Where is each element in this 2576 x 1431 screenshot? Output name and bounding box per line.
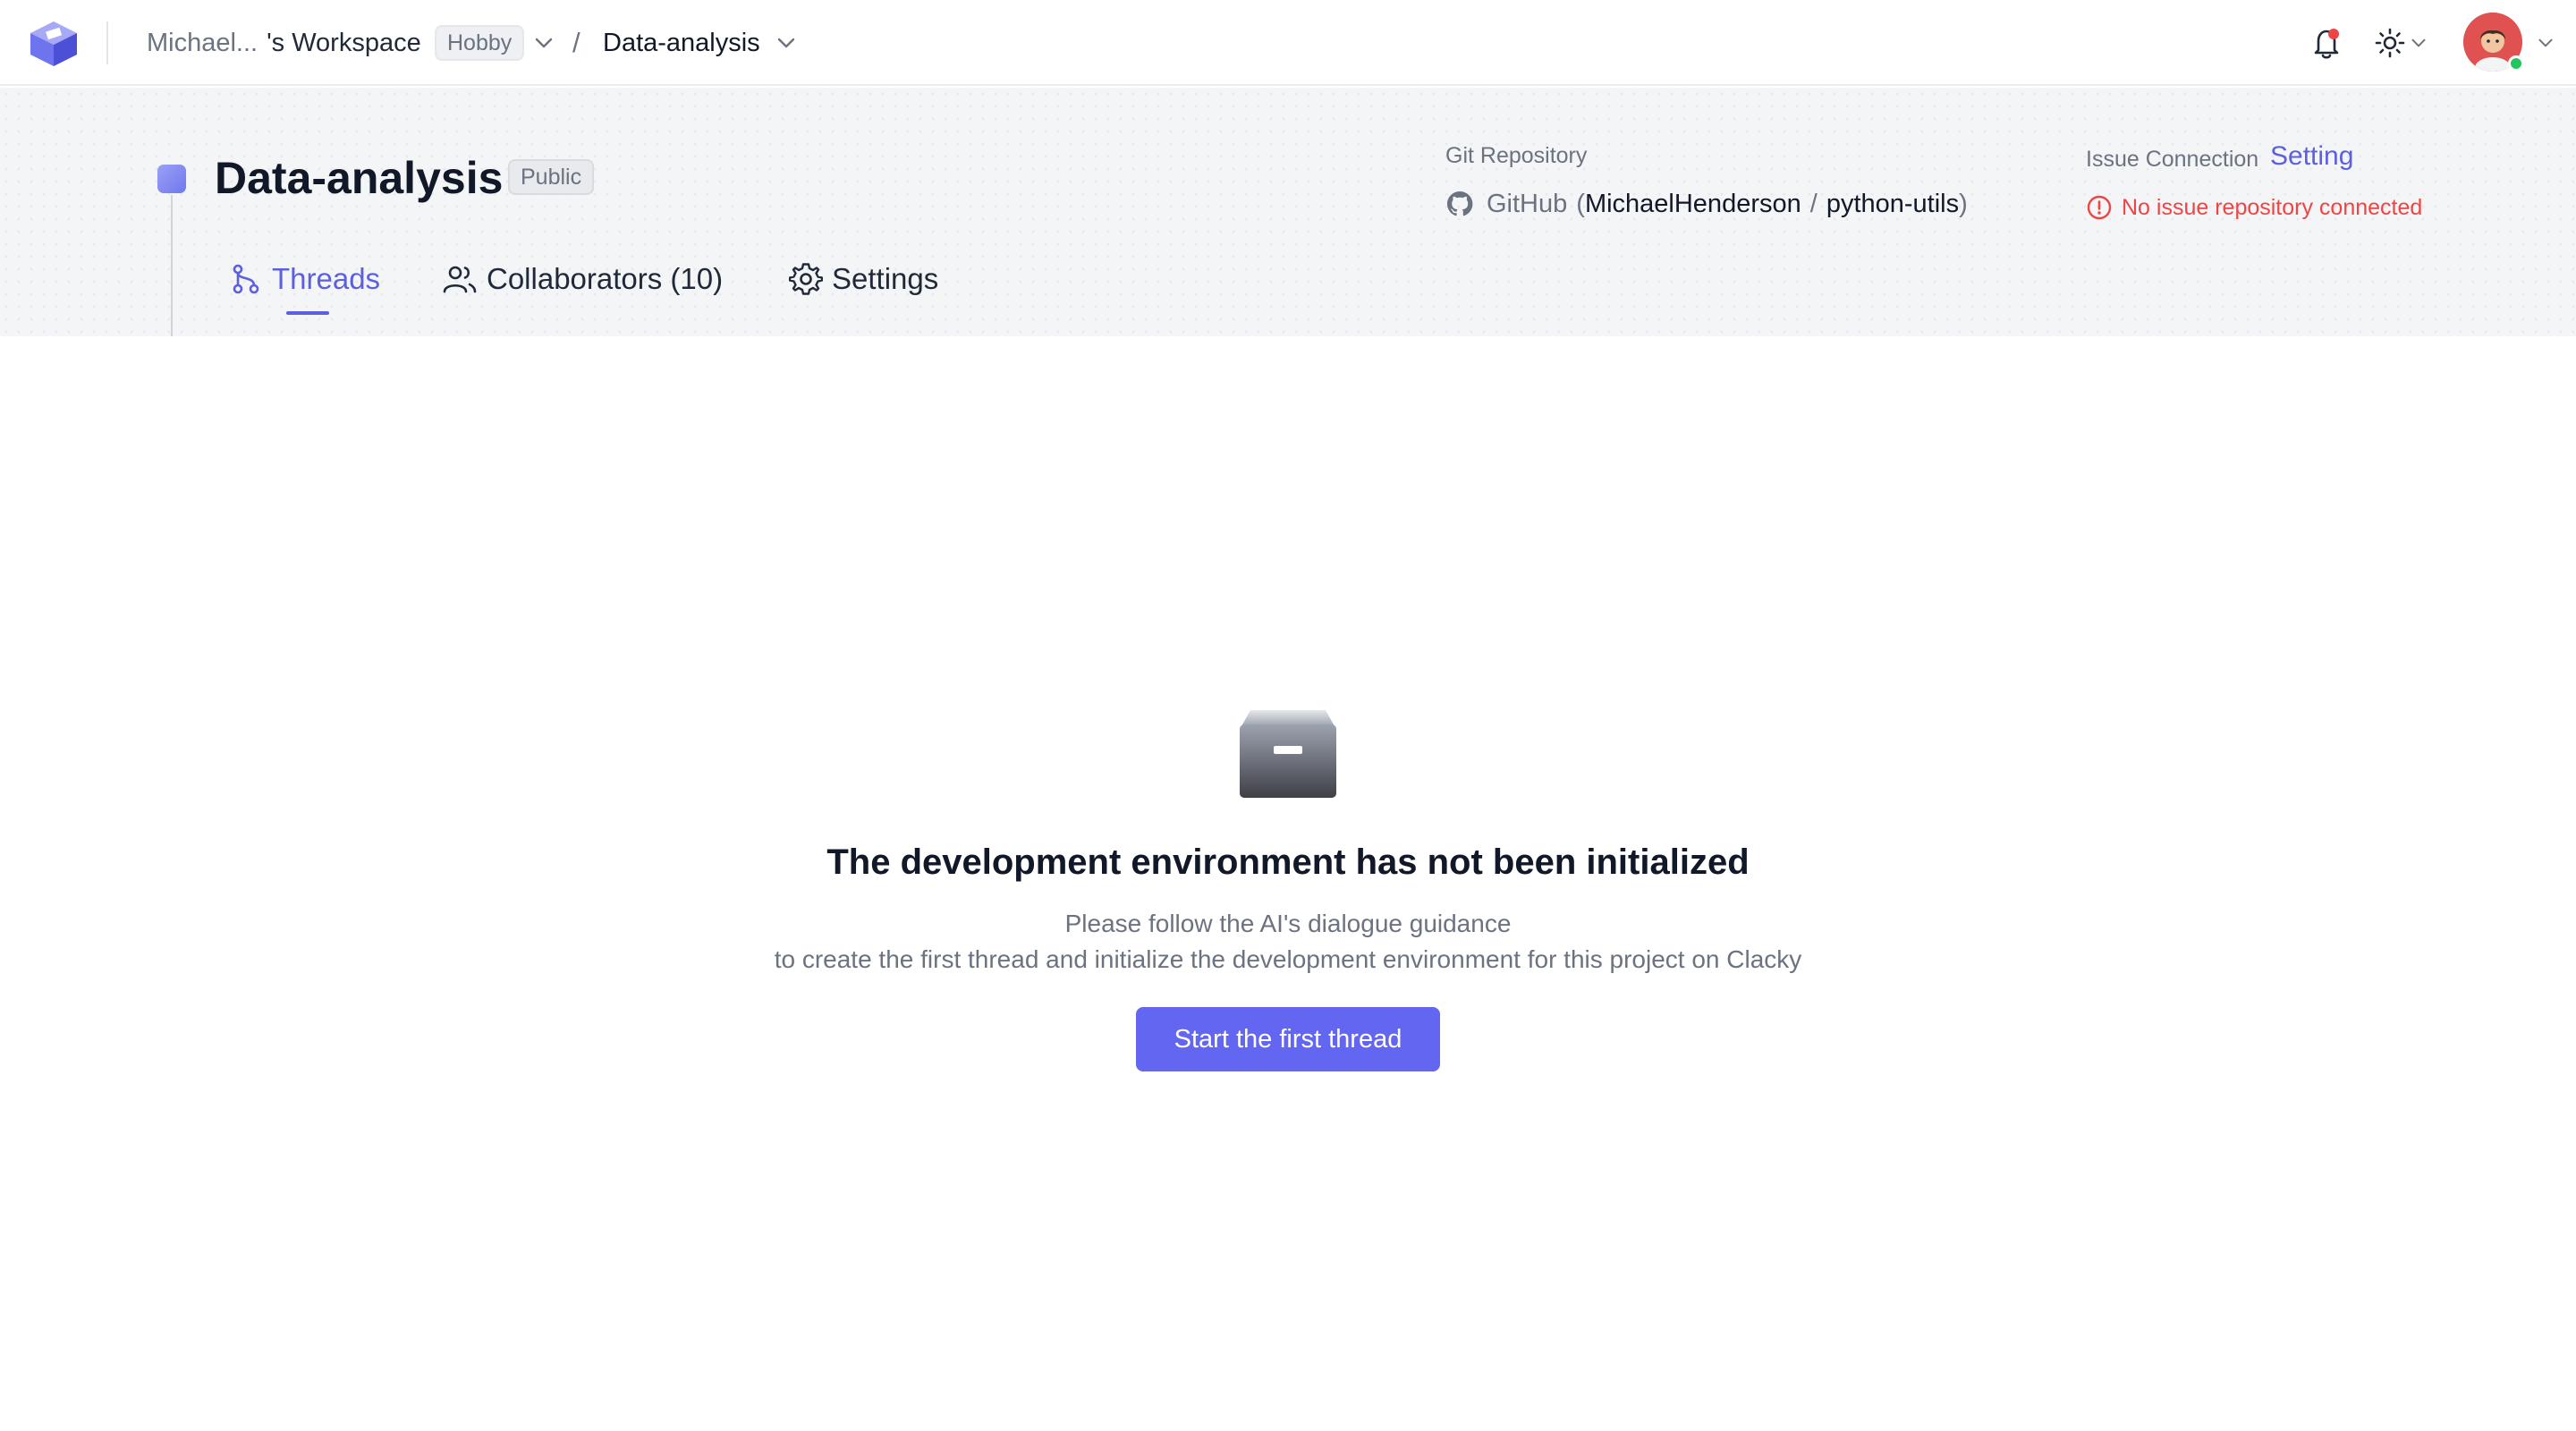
top-divider: [106, 21, 108, 64]
project-switcher[interactable]: Data-analysis: [603, 0, 760, 86]
workspace-owner: Michael...: [147, 28, 258, 57]
chevron-down-icon[interactable]: [776, 37, 796, 49]
tab-collaborators[interactable]: Collaborators (10): [442, 259, 723, 299]
gear-icon: [789, 263, 823, 295]
breadcrumb-separator: /: [572, 27, 580, 58]
workspace-suffix: 's Workspace: [267, 28, 421, 57]
github-icon: [1447, 191, 1473, 216]
plan-badge: Hobby: [435, 25, 525, 61]
empty-state-title: The development environment has not been…: [826, 843, 1750, 882]
start-first-thread-button[interactable]: Start the first thread: [1136, 1007, 1440, 1071]
git-repository-value[interactable]: GitHub ( MichaelHenderson / python-utils…: [1445, 186, 1968, 222]
top-bar: Michael... 's Workspace Hobby / Data-ana…: [0, 0, 2576, 86]
git-repository-label: Git Repository: [1445, 143, 1588, 168]
tab-collaborators-label: Collaborators (10): [487, 262, 724, 295]
chevron-down-icon[interactable]: [2538, 38, 2554, 48]
empty-state-line-2: to create the first thread and initializ…: [774, 945, 1802, 973]
users-icon: [443, 266, 477, 293]
active-tab-indicator: [286, 311, 329, 315]
tab-settings[interactable]: Settings: [789, 259, 938, 299]
tab-threads[interactable]: Threads: [229, 259, 380, 299]
issue-setting-link[interactable]: Setting: [2270, 141, 2353, 172]
git-slash: /: [1809, 189, 1818, 218]
chevron-down-icon[interactable]: [534, 37, 554, 49]
issue-warning-text: No issue repository connected: [2122, 194, 2423, 220]
empty-state-line-1: Please follow the AI's dialogue guidance: [1064, 910, 1512, 937]
git-close-paren: ): [1959, 189, 1968, 218]
archive-box-icon: [1240, 710, 1336, 798]
workspace-switcher[interactable]: Michael... 's Workspace: [147, 0, 421, 86]
tab-settings-label: Settings: [832, 262, 939, 295]
tab-threads-label: Threads: [272, 262, 381, 295]
chevron-down-icon[interactable]: [2411, 38, 2427, 48]
project-title: Data-analysis: [215, 153, 504, 203]
git-open-paren: (: [1576, 189, 1585, 218]
notification-dot: [2328, 29, 2339, 39]
online-status-dot: [2508, 55, 2524, 72]
git-provider: GitHub: [1487, 189, 1568, 218]
issue-connection-label: Issue Connection: [2086, 147, 2259, 172]
git-owner: MichaelHenderson: [1584, 189, 1801, 218]
visibility-badge: Public: [508, 159, 595, 195]
project-tree-line: [171, 195, 173, 336]
project-color-icon: [157, 165, 186, 193]
sun-icon[interactable]: [2374, 27, 2406, 59]
issue-warning: No issue repository connected: [2086, 191, 2422, 224]
git-repo: python-utils: [1826, 189, 1960, 218]
alert-circle-icon: [2087, 195, 2112, 220]
git-branch-icon: [233, 264, 259, 294]
app-logo-icon[interactable]: [27, 18, 80, 68]
